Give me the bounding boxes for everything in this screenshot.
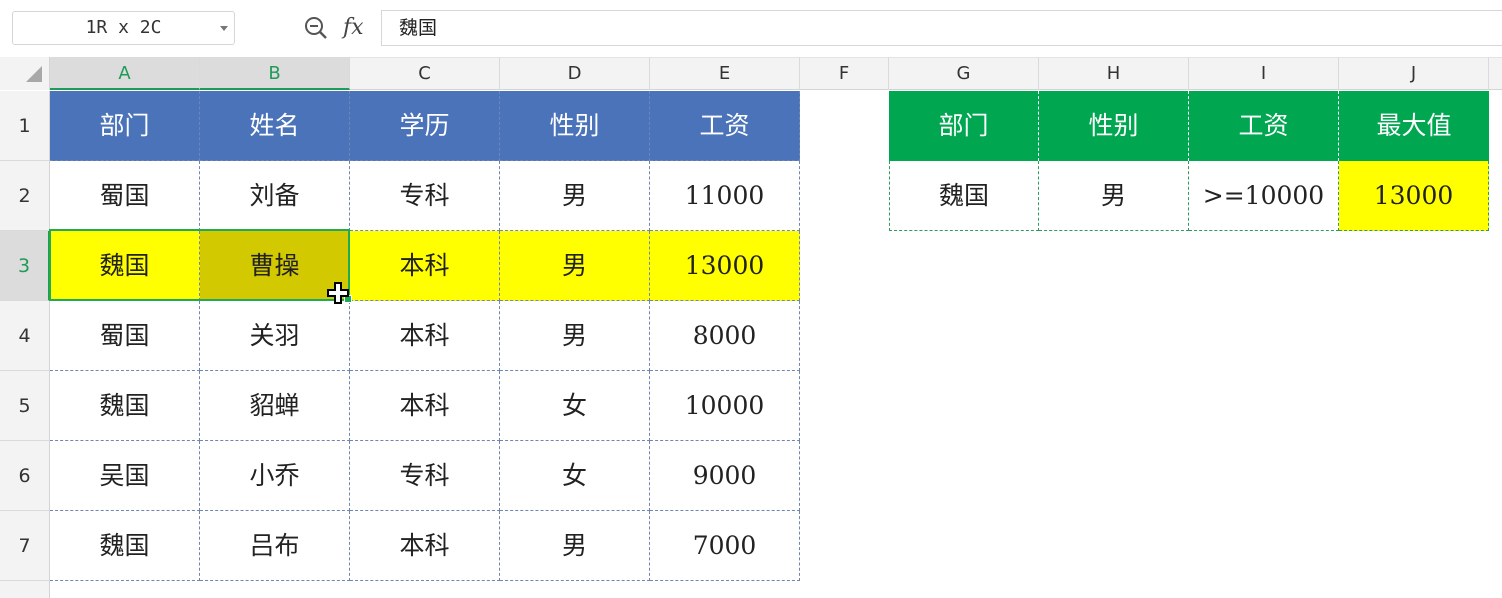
row-header-5[interactable]: 5 xyxy=(0,371,50,441)
formula-input[interactable]: 魏国 xyxy=(381,10,1502,46)
row-header-4[interactable]: 4 xyxy=(0,301,50,371)
cell-c5[interactable]: 本科 xyxy=(350,371,500,441)
select-all-corner[interactable] xyxy=(0,57,50,90)
criteria-header-salary[interactable]: 工资 xyxy=(1189,91,1339,161)
cell-b5[interactable]: 貂蝉 xyxy=(200,371,350,441)
cell-c2[interactable]: 专科 xyxy=(350,161,500,231)
row-header-1[interactable]: 1 xyxy=(0,91,50,161)
cell-d7[interactable]: 男 xyxy=(500,511,650,581)
cell-a4[interactable]: 蜀国 xyxy=(50,301,200,371)
cell-j2[interactable]: 13000 xyxy=(1339,161,1489,231)
cell-d3[interactable]: 男 xyxy=(500,231,650,301)
cell-b6[interactable]: 小乔 xyxy=(200,441,350,511)
row-header-7[interactable]: 7 xyxy=(0,511,50,581)
column-header-j[interactable]: J xyxy=(1339,57,1489,90)
cell-e7[interactable]: 7000 xyxy=(650,511,800,581)
cell-g2[interactable]: 魏国 xyxy=(889,161,1039,231)
cell-d2[interactable]: 男 xyxy=(500,161,650,231)
column-header-c[interactable]: C xyxy=(350,57,500,90)
cell-c7[interactable]: 本科 xyxy=(350,511,500,581)
column-header-d[interactable]: D xyxy=(500,57,650,90)
main-header-name[interactable]: 姓名 xyxy=(200,91,350,161)
cell-e3[interactable]: 13000 xyxy=(650,231,800,301)
cell-d6[interactable]: 女 xyxy=(500,441,650,511)
main-header-salary[interactable]: 工资 xyxy=(650,91,800,161)
criteria-header-max[interactable]: 最大值 xyxy=(1339,91,1489,161)
criteria-header-dept[interactable]: 部门 xyxy=(889,91,1039,161)
column-header-e[interactable]: E xyxy=(650,57,800,90)
name-box[interactable]: 1R x 2C xyxy=(12,11,235,45)
move-cross-cursor-icon xyxy=(326,281,350,305)
column-header-i[interactable]: I xyxy=(1189,57,1339,90)
cell-a3[interactable]: 魏国 xyxy=(50,231,200,301)
cell-h2[interactable]: 男 xyxy=(1039,161,1189,231)
row-header-6[interactable]: 6 xyxy=(0,441,50,511)
main-header-education[interactable]: 学历 xyxy=(350,91,500,161)
column-header-f[interactable]: F xyxy=(800,57,889,90)
column-header-a[interactable]: A xyxy=(50,57,200,90)
main-header-dept[interactable]: 部门 xyxy=(50,91,200,161)
cell-i2[interactable]: >=10000 xyxy=(1189,161,1339,231)
cell-e2[interactable]: 11000 xyxy=(650,161,800,231)
cell-e6[interactable]: 9000 xyxy=(650,441,800,511)
cell-c4[interactable]: 本科 xyxy=(350,301,500,371)
cell-d5[interactable]: 女 xyxy=(500,371,650,441)
cell-d4[interactable]: 男 xyxy=(500,301,650,371)
cell-a7[interactable]: 魏国 xyxy=(50,511,200,581)
cell-a2[interactable]: 蜀国 xyxy=(50,161,200,231)
chevron-down-icon[interactable] xyxy=(220,26,228,31)
cell-a5[interactable]: 魏国 xyxy=(50,371,200,441)
fx-icon[interactable]: fx xyxy=(343,13,369,43)
column-header-h[interactable]: H xyxy=(1039,57,1189,90)
cell-e5[interactable]: 10000 xyxy=(650,371,800,441)
main-header-gender[interactable]: 性别 xyxy=(500,91,650,161)
select-all-icon xyxy=(26,66,42,82)
cell-b7[interactable]: 吕布 xyxy=(200,511,350,581)
column-header-g[interactable]: G xyxy=(889,57,1039,90)
zoom-out-icon[interactable] xyxy=(304,16,328,40)
cell-b2[interactable]: 刘备 xyxy=(200,161,350,231)
row-header-2[interactable]: 2 xyxy=(0,161,50,231)
row-header-3[interactable]: 3 xyxy=(0,231,50,301)
cell-b4[interactable]: 关羽 xyxy=(200,301,350,371)
criteria-header-gender[interactable]: 性别 xyxy=(1039,91,1189,161)
cell-e4[interactable]: 8000 xyxy=(650,301,800,371)
cell-a6[interactable]: 吴国 xyxy=(50,441,200,511)
cell-c6[interactable]: 专科 xyxy=(350,441,500,511)
column-header-b[interactable]: B xyxy=(200,57,350,90)
row-header-8[interactable] xyxy=(0,581,50,598)
cell-c3[interactable]: 本科 xyxy=(350,231,500,301)
